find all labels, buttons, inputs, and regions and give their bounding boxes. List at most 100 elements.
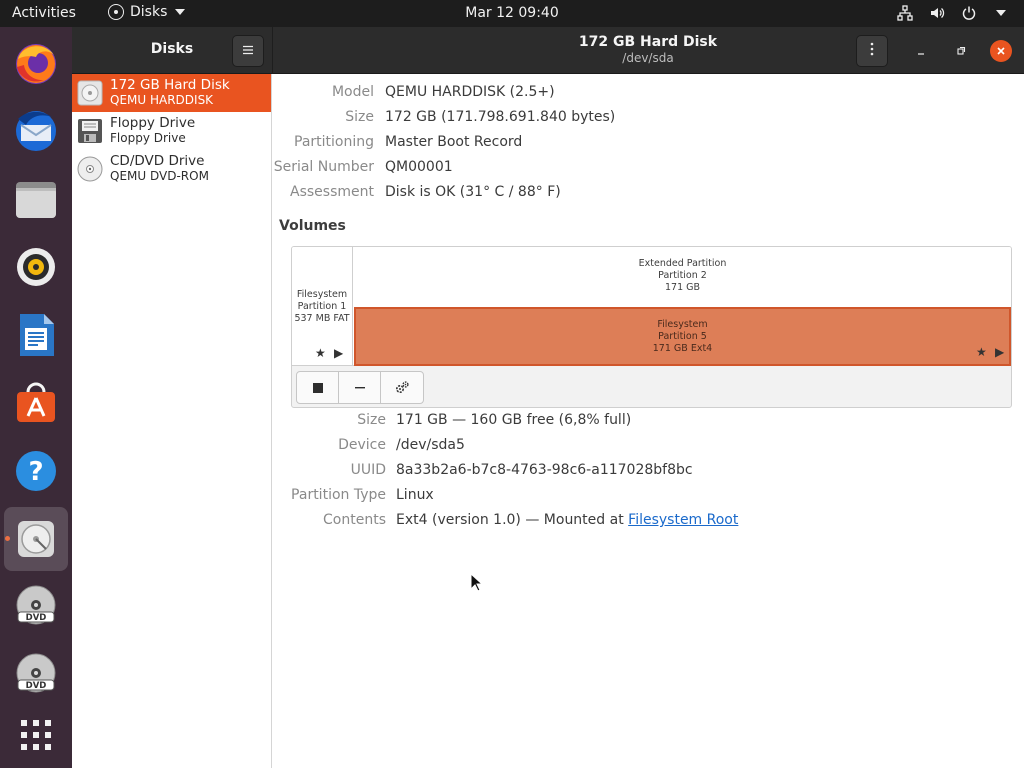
svg-text:DVD: DVD <box>26 681 47 691</box>
info-label: Size <box>345 109 374 125</box>
dock-libreoffice-writer[interactable] <box>4 303 68 367</box>
dock-help[interactable]: ? <box>4 439 68 503</box>
play-icon: ▶ <box>334 346 344 360</box>
extended-type: Extended Partition <box>638 258 727 269</box>
dvd-icon: DVD <box>16 585 56 625</box>
drive-model: QEMU HARDDISK <box>110 93 214 107</box>
drive-list: 172 GB Hard Disk QEMU HARDDISK Floppy Dri… <box>72 74 272 768</box>
maximize-button[interactable] <box>950 40 972 62</box>
partition-5-block[interactable]: Filesystem Partition 5 171 GB Ext4 ★ ▶ <box>354 307 1011 366</box>
disk-details: Model QEMU HARDDISK (2.5+) Size 172 GB (… <box>273 74 1024 768</box>
unmount-button[interactable] <box>297 372 339 403</box>
system-tray[interactable] <box>896 4 1010 22</box>
partition-label: UUID <box>350 462 386 478</box>
dock: ? DVD DVD <box>0 27 72 768</box>
top-bar: Activities Disks Mar 12 09:40 <box>0 0 1024 27</box>
partition-label: Device <box>338 437 386 453</box>
extended-name: Partition 2 <box>658 270 707 281</box>
gears-icon <box>395 380 409 393</box>
partition-5-type: Filesystem <box>657 319 708 330</box>
thunderbird-icon <box>16 111 56 151</box>
volume-icon[interactable] <box>928 4 946 22</box>
ubuntu-software-icon <box>17 382 55 422</box>
star-icon: ★ <box>315 346 326 360</box>
partition-map: Filesystem Partition 1 537 MB FAT ★ ▶ Ex… <box>292 247 1011 366</box>
dock-show-apps[interactable] <box>4 703 68 767</box>
drive-item-hard-disk[interactable]: 172 GB Hard Disk QEMU HARDDISK <box>72 74 271 112</box>
dvd-icon: DVD <box>16 653 56 693</box>
close-button[interactable] <box>990 40 1012 62</box>
clock[interactable]: Mar 12 09:40 <box>465 5 558 21</box>
hamburger-menu-button[interactable] <box>232 35 264 67</box>
info-label: Partitioning <box>294 134 374 150</box>
filesystem-root-link[interactable]: Filesystem Root <box>628 512 738 528</box>
drive-item-cd-dvd[interactable]: CD/DVD Drive QEMU DVD-ROM <box>72 150 271 188</box>
drive-name: 172 GB Hard Disk <box>110 77 230 93</box>
hard-disk-icon <box>75 78 105 108</box>
play-icon: ▶ <box>995 345 1005 359</box>
volume-toolbar <box>296 371 424 404</box>
optical-drive-icon <box>75 154 105 184</box>
dock-dvd-2[interactable]: DVD <box>4 643 68 707</box>
network-icon[interactable] <box>896 4 914 22</box>
drive-item-floppy[interactable]: Floppy Drive Floppy Drive <box>72 112 271 150</box>
partition-label: Partition Type <box>291 487 386 503</box>
partition-options-button[interactable] <box>381 372 423 403</box>
info-value: QM00001 <box>385 159 453 175</box>
partition-label: Contents <box>323 512 386 528</box>
partition-value: Linux <box>396 487 434 503</box>
dock-dvd-1[interactable]: DVD <box>4 575 68 639</box>
extended-partition-block[interactable]: Extended Partition Partition 2 171 GB <box>354 247 1011 307</box>
restore-icon <box>957 46 966 55</box>
dock-rhythmbox[interactable] <box>4 235 68 299</box>
partition-value: 8a33b2a6-b7c8-4763-98c6-a117028bf8bc <box>396 462 693 478</box>
partition-label: Size <box>357 412 386 428</box>
contents-text: Ext4 (version 1.0) — Mounted at <box>396 512 629 528</box>
help-icon: ? <box>16 451 56 491</box>
partition-value: /dev/sda5 <box>396 437 465 453</box>
dock-files[interactable] <box>4 167 68 231</box>
minimize-button[interactable] <box>910 40 932 62</box>
files-icon <box>16 182 56 218</box>
mouse-pointer-icon <box>470 573 483 592</box>
dock-ubuntu-software[interactable] <box>4 371 68 435</box>
info-value: Master Boot Record <box>385 134 523 150</box>
drive-options-button[interactable] <box>856 35 888 67</box>
star-icon: ★ <box>976 345 987 359</box>
volumes-panel: Filesystem Partition 1 537 MB FAT ★ ▶ Ex… <box>291 246 1012 408</box>
close-icon <box>997 47 1005 55</box>
activities-button[interactable]: Activities <box>12 5 76 21</box>
delete-partition-button[interactable] <box>339 372 381 403</box>
dock-disks[interactable] <box>4 507 68 571</box>
partition-5-name: Partition 5 <box>658 331 707 342</box>
partition-1-size: 537 MB FAT <box>294 313 350 324</box>
hamburger-icon <box>242 43 254 59</box>
rhythmbox-icon <box>17 248 55 286</box>
partition-value: Ext4 (version 1.0) — Mounted at Filesyst… <box>396 512 738 528</box>
dock-thunderbird[interactable] <box>4 99 68 163</box>
info-value: QEMU HARDDISK (2.5+) <box>385 84 555 100</box>
caret-down-icon[interactable] <box>992 4 1010 22</box>
volumes-heading: Volumes <box>279 218 346 234</box>
info-value: Disk is OK (31° C / 88° F) <box>385 184 561 200</box>
app-menu[interactable]: Disks <box>108 4 186 20</box>
header-bar: Disks 172 GB Hard Disk /dev/sda <box>72 27 1024 74</box>
partition-value: 171 GB — 160 GB free (6,8% full) <box>396 412 632 428</box>
stop-icon <box>312 382 323 393</box>
chevron-down-icon <box>175 9 186 15</box>
app-menu-label: Disks <box>130 4 168 20</box>
info-label: Model <box>331 84 374 100</box>
dock-firefox[interactable] <box>4 31 68 95</box>
info-label: Serial Number <box>273 159 374 175</box>
extended-size: 171 GB <box>664 282 701 293</box>
svg-text:DVD: DVD <box>26 613 47 623</box>
partition-5-size: 171 GB Ext4 <box>652 343 713 354</box>
firefox-icon <box>16 44 56 84</box>
partition-1-type: Filesystem <box>296 289 348 300</box>
minus-icon <box>354 386 365 388</box>
drive-model: Floppy Drive <box>110 131 186 145</box>
partition-1-block[interactable]: Filesystem Partition 1 537 MB FAT ★ ▶ <box>292 247 353 366</box>
svg-text:?: ? <box>28 457 43 487</box>
libreoffice-writer-icon <box>20 314 54 356</box>
power-icon[interactable] <box>960 4 978 22</box>
